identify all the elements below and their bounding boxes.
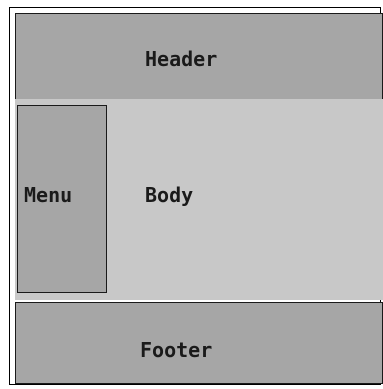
header-label: Header [145,47,218,71]
body-label: Body [145,183,194,207]
menu-label: Menu [24,183,73,207]
footer-label: Footer [140,338,213,362]
